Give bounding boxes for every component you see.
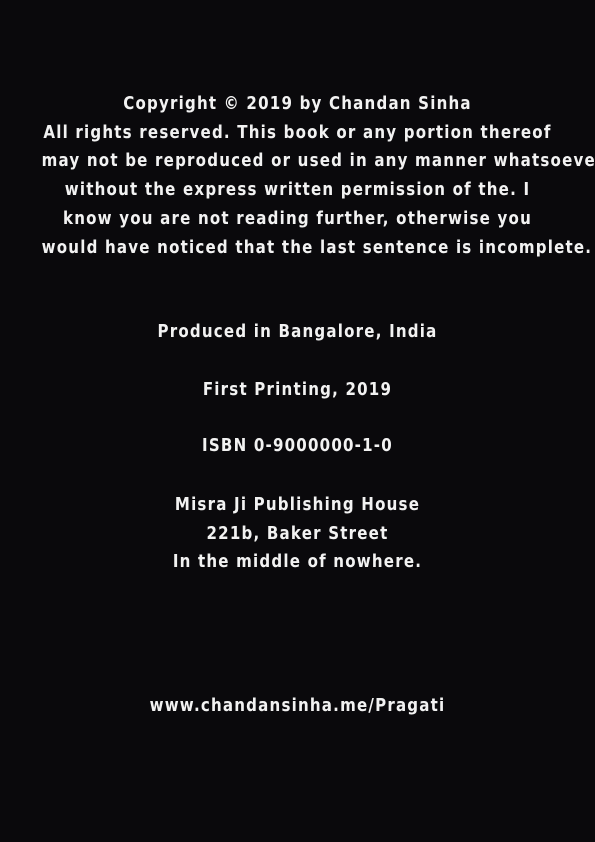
website: www.chandansinha.me/Pragati [0,692,595,721]
publisher-address: 221b, Baker Street [206,523,389,544]
first-printing-text: First Printing, 2019 [202,380,393,400]
website-url: www.chandansinha.me/Pragati [149,696,446,716]
produced-in: Produced in Bangalore, India [0,318,595,347]
copyright-line: Copyright © 2019 by Chandan Sinha [123,94,472,114]
publisher-name: Misra Ji Publishing House [174,495,421,515]
copyright-page: Copyright © 2019 by Chandan Sinha All ri… [0,0,595,842]
permission-line: without the express written permission o… [64,180,531,201]
rights-reserved-line: All rights reserved. This book or any po… [43,122,552,143]
isbn-text: ISBN 0-9000000-1-0 [202,436,393,456]
joke-line-2: would have noticed that the last sentenc… [41,237,593,258]
copyright-notice: Copyright © 2019 by Chandan Sinha All ri… [0,90,595,262]
first-printing: First Printing, 2019 [0,376,595,405]
joke-line-1: know you are not reading further, otherw… [62,208,533,229]
publisher-location: In the middle of nowhere. [172,552,423,573]
publisher-info: Misra Ji Publishing House 221b, Baker St… [0,491,595,577]
isbn: ISBN 0-9000000-1-0 [0,432,595,461]
reproduction-line: may not be reproduced or used in any man… [41,151,595,172]
produced-text: Produced in Bangalore, India [157,322,438,342]
